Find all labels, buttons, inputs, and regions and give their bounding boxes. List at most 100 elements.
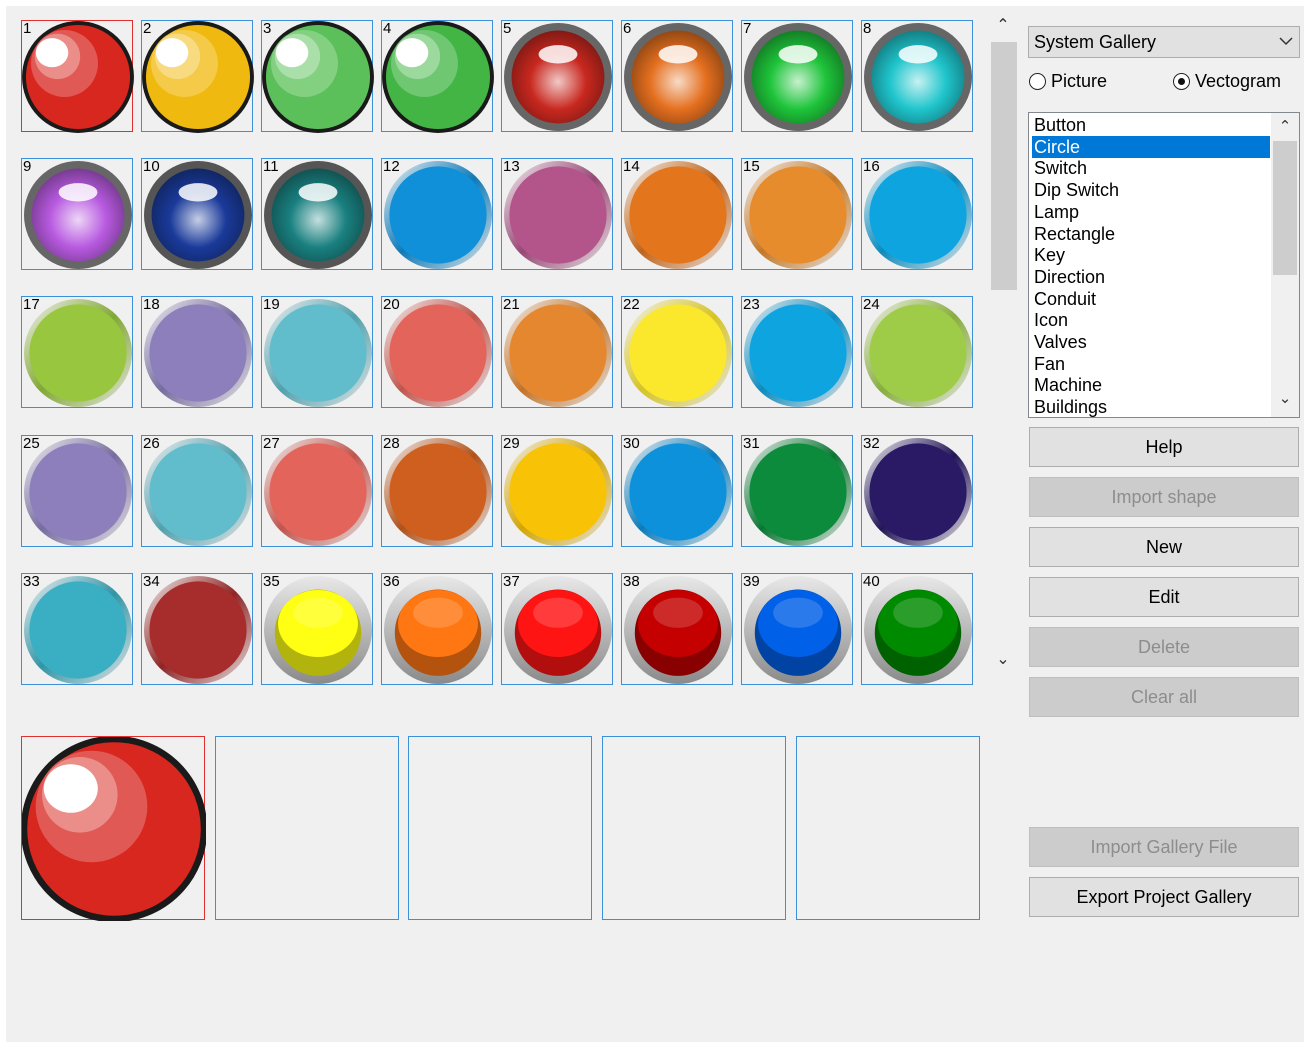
gallery-item-34[interactable]: 34 [141, 573, 253, 685]
circle-button-icon [384, 438, 492, 546]
gallery-item-number: 19 [263, 296, 280, 313]
gallery-item-29[interactable]: 29 [501, 435, 613, 547]
help-button[interactable]: Help [1029, 427, 1299, 467]
category-item-conduit[interactable]: Conduit [1032, 288, 1270, 310]
category-item-fan[interactable]: Fan [1032, 353, 1270, 375]
circle-button-icon [504, 576, 612, 684]
clear-all-button[interactable]: Clear all [1029, 677, 1299, 717]
circle-button-icon [384, 299, 492, 407]
gallery-item-39[interactable]: 39 [741, 573, 853, 685]
category-item-icon[interactable]: Icon [1032, 309, 1270, 331]
gallery-item-26[interactable]: 26 [141, 435, 253, 547]
gallery-item-15[interactable]: 15 [741, 158, 853, 270]
gallery-item-5[interactable]: 5 [501, 20, 613, 132]
gallery-item-9[interactable]: 9 [21, 158, 133, 270]
export-project-gallery-button[interactable]: Export Project Gallery [1029, 877, 1299, 917]
radio-vectogram-label: Vectogram [1195, 71, 1282, 91]
circle-button-icon [264, 576, 372, 684]
preview-slot-5[interactable] [796, 736, 980, 920]
category-listbox[interactable]: Buildings Machine Fan Valves Icon Conduit Dire… [1028, 112, 1300, 418]
gallery-item-36[interactable]: 36 [381, 573, 493, 685]
gallery-item-14[interactable]: 14 [621, 158, 733, 270]
preview-slot-3[interactable] [408, 736, 592, 920]
gallery-item-33[interactable]: 33 [21, 573, 133, 685]
category-item-switch[interactable]: Switch [1032, 157, 1270, 179]
gallery-item-30[interactable]: 30 [621, 435, 733, 547]
gallery-item-27[interactable]: 27 [261, 435, 373, 547]
category-item-rectangle[interactable]: Rectangle [1032, 223, 1270, 245]
chevron-up-icon[interactable]: ⌃ [988, 16, 1018, 36]
gallery-item-38[interactable]: 38 [621, 573, 733, 685]
gallery-item-2[interactable]: 2 [141, 20, 254, 133]
category-item-valves[interactable]: Valves [1032, 331, 1270, 353]
gallery-item-37[interactable]: 37 [501, 573, 613, 685]
gallery-item-number: 32 [863, 435, 880, 452]
gallery-item-16[interactable]: 16 [861, 158, 973, 270]
chevron-down-icon[interactable]: ⌄ [988, 650, 1018, 670]
gallery-item-number: 28 [383, 435, 400, 452]
gallery-item-40[interactable]: 40 [861, 573, 973, 685]
category-item-key[interactable]: Key [1032, 244, 1270, 266]
circle-button-icon [864, 576, 972, 684]
category-item-lamp[interactable]: Lamp [1032, 201, 1270, 223]
category-item-direction[interactable]: Direction [1032, 266, 1270, 288]
listbox-scrollbar[interactable]: ⌃ ⌄ [1271, 113, 1299, 417]
radio-vectogram-circle[interactable] [1173, 73, 1190, 90]
gallery-item-35[interactable]: 35 [261, 573, 373, 685]
gallery-item-31[interactable]: 31 [741, 435, 853, 547]
gallery-item-11[interactable]: 11 [261, 158, 373, 270]
gallery-item-7[interactable]: 7 [741, 20, 853, 132]
gallery-item-8[interactable]: 8 [861, 20, 973, 132]
delete-button[interactable]: Delete [1029, 627, 1299, 667]
edit-button[interactable]: Edit [1029, 577, 1299, 617]
chevron-up-icon[interactable]: ⌃ [1271, 117, 1299, 135]
scrollbar-thumb[interactable] [991, 42, 1017, 290]
gallery-item-18[interactable]: 18 [141, 296, 253, 408]
gallery-item-32[interactable]: 32 [861, 435, 973, 547]
gallery-item-22[interactable]: 22 [621, 296, 733, 408]
preview-slot-2[interactable] [215, 736, 399, 920]
gallery-item-17[interactable]: 17 [21, 296, 133, 408]
gallery-item-4[interactable]: 4 [381, 20, 494, 133]
preview-slot-4[interactable] [602, 736, 786, 920]
category-item-dip-switch[interactable]: Dip Switch [1032, 179, 1270, 201]
gallery-item-10[interactable]: 10 [141, 158, 253, 270]
gallery-item-6[interactable]: 6 [621, 20, 733, 132]
gallery-item-20[interactable]: 20 [381, 296, 493, 408]
import-gallery-file-button[interactable]: Import Gallery File [1029, 827, 1299, 867]
gallery-item-number: 14 [623, 158, 640, 175]
chevron-down-icon[interactable] [1279, 31, 1293, 56]
chevron-down-icon[interactable]: ⌄ [1271, 389, 1299, 407]
category-item-buildings[interactable]: Buildings [1032, 396, 1270, 417]
gallery-item-1[interactable]: 1 [21, 20, 134, 133]
listbox-scrollbar-thumb[interactable] [1273, 141, 1297, 275]
import-shape-button[interactable]: Import shape [1029, 477, 1299, 517]
gallery-combobox[interactable]: System Gallery [1028, 26, 1300, 58]
gallery-item-3[interactable]: 3 [261, 20, 374, 133]
category-item-button[interactable]: Button [1032, 114, 1270, 136]
gallery-item-number: 4 [383, 20, 392, 37]
new-button[interactable]: New [1029, 527, 1299, 567]
gallery-item-13[interactable]: 13 [501, 158, 613, 270]
gallery-item-25[interactable]: 25 [21, 435, 133, 547]
circle-button-icon [24, 161, 132, 269]
preview-slot-1[interactable] [20, 735, 208, 923]
gallery-item-24[interactable]: 24 [861, 296, 973, 408]
category-item-circle[interactable]: Circle [1032, 135, 1270, 158]
gallery-item-number: 11 [263, 158, 279, 175]
category-item-machine[interactable]: Machine [1032, 374, 1270, 396]
gallery-item-28[interactable]: 28 [381, 435, 493, 547]
gallery-item-number: 5 [503, 20, 512, 37]
radio-picture-label: Picture [1051, 71, 1108, 91]
gallery-item-21[interactable]: 21 [501, 296, 613, 408]
gallery-item-number: 10 [143, 158, 160, 175]
circle-button-icon [264, 438, 372, 546]
gallery-combobox-value: System Gallery [1034, 32, 1157, 52]
gallery-item-number: 8 [863, 20, 872, 37]
gallery-item-number: 31 [743, 435, 760, 452]
radio-picture-circle[interactable] [1029, 73, 1046, 90]
gallery-item-23[interactable]: 23 [741, 296, 853, 408]
gallery-item-19[interactable]: 19 [261, 296, 373, 408]
gallery-scrollbar[interactable]: ⌃ ⌄ [988, 16, 1018, 676]
gallery-item-12[interactable]: 12 [381, 158, 493, 270]
